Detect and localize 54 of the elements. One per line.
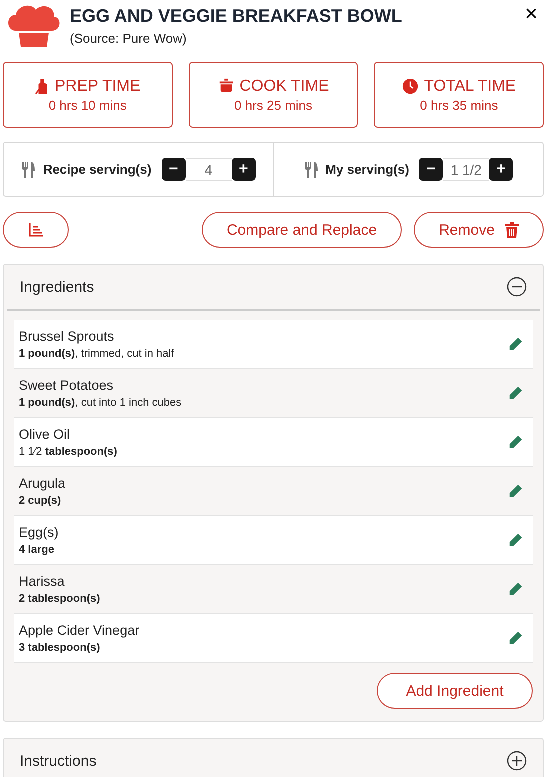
ingredient-amount: 2 cup(s)	[19, 494, 62, 506]
time-label: PREP TIME	[55, 78, 141, 96]
fork-knife-icon	[21, 160, 38, 178]
chart-button[interactable]	[3, 212, 69, 248]
clock-icon	[402, 78, 420, 95]
pencil-icon[interactable]	[508, 582, 523, 596]
pencil-icon[interactable]	[508, 434, 523, 450]
cutting-board-icon	[35, 78, 50, 95]
section-title[interactable]: Ingredients	[20, 278, 94, 296]
serving-field[interactable]: 1 1/2	[443, 158, 490, 181]
ingredient-name: Olive Oil	[19, 426, 72, 442]
pot-icon	[218, 78, 235, 95]
increase-button[interactable]: +	[489, 158, 514, 181]
time-value: 0 hrs 10 mins	[48, 98, 127, 112]
serving-label: Recipe serving(s)	[43, 162, 152, 177]
fork-knife-icon	[304, 160, 320, 178]
trash-icon	[504, 222, 519, 238]
time-label: TOTAL TIME	[424, 78, 516, 96]
expand-icon[interactable]	[507, 751, 527, 771]
ingredient-amount: 1 1⁄2 tablespoon(s)	[19, 446, 118, 458]
decrease-button[interactable]: −	[419, 158, 444, 181]
pencil-icon[interactable]	[508, 336, 523, 352]
ingredient-amount: 1 pound(s), cut into 1 inch cubes	[19, 396, 182, 408]
recipe-title: EGG AND VEGGIE BREAKFAST BOWL	[70, 6, 404, 27]
pencil-icon[interactable]	[508, 630, 523, 646]
increase-button[interactable]: +	[232, 158, 256, 181]
ingredient-name: Egg(s)	[19, 524, 59, 540]
bar-chart-icon	[29, 223, 43, 237]
ingredient-name: Brussel Sprouts	[19, 328, 116, 344]
section-title[interactable]: Instructions	[20, 752, 97, 770]
serving-label: My serving(s)	[326, 162, 410, 177]
pencil-icon[interactable]	[508, 386, 523, 400]
remove-button[interactable]: Remove	[414, 212, 544, 248]
decrease-button[interactable]: −	[162, 158, 186, 181]
ingredient-name: Harissa	[19, 574, 66, 588]
time-label: COOK TIME	[240, 78, 330, 96]
time-value: 0 hrs 25 mins	[234, 98, 313, 112]
ingredient-amount: 4 large	[19, 544, 56, 556]
chef-hat-icon	[6, 3, 62, 47]
ingredient-name: Apple Cider Vinegar	[19, 622, 140, 638]
recipe-source: (Source: Pure Wow)	[70, 31, 188, 46]
serving-field[interactable]: 4	[186, 158, 232, 181]
pencil-icon[interactable]	[508, 484, 523, 498]
ingredient-amount: 2 tablespoon(s)	[19, 592, 100, 604]
ingredient-amount: 3 tablespoon(s)	[19, 642, 102, 654]
add-ingredient-button[interactable]: Add Ingredient	[377, 673, 533, 709]
pencil-icon[interactable]	[508, 532, 523, 548]
time-value: 0 hrs 35 mins	[420, 98, 498, 112]
ingredient-name: Sweet Potatoes	[19, 378, 115, 392]
ingredient-amount: 1 pound(s), trimmed, cut in half	[19, 348, 174, 360]
close-button[interactable]: ×	[519, 3, 544, 25]
compare-replace-button[interactable]: Compare and Replace	[202, 212, 402, 248]
collapse-icon[interactable]	[507, 277, 527, 297]
ingredient-name: Arugula	[19, 476, 66, 490]
